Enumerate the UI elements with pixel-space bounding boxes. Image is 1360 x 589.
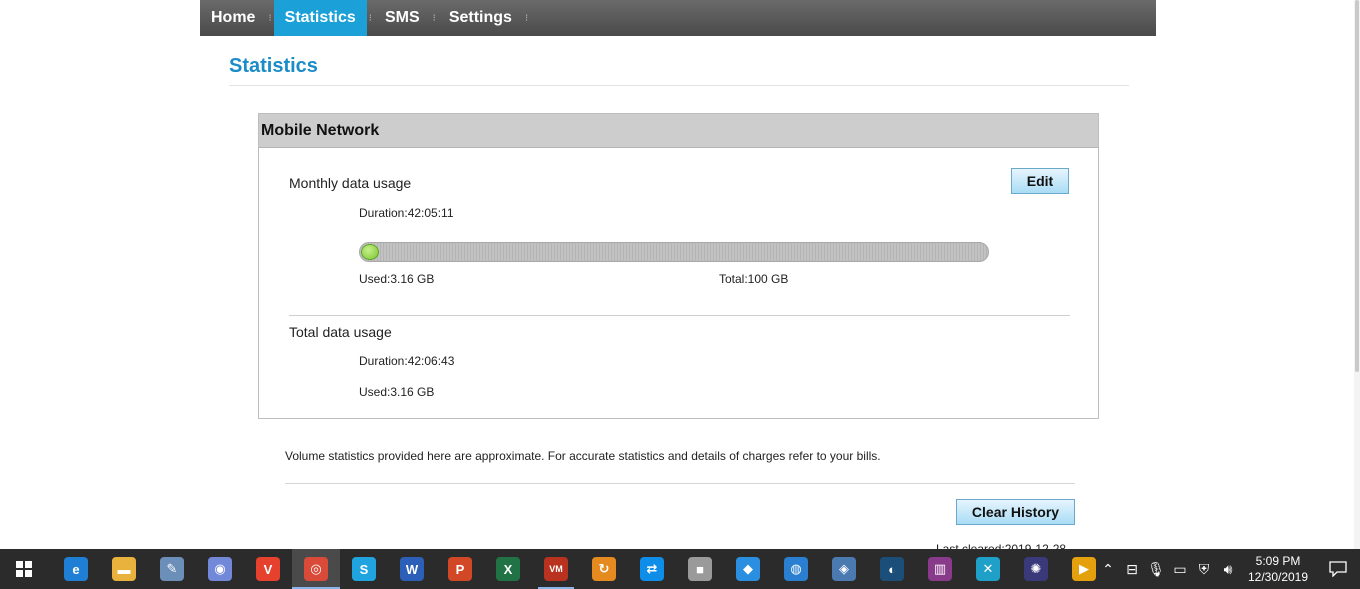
monthly-total: Total:100 GB <box>719 272 789 286</box>
nav-separator: ⁝ <box>524 12 529 24</box>
clock-time: 5:09 PM <box>1255 554 1301 568</box>
progress-indicator <box>361 244 379 260</box>
disclaimer-text: Volume statistics provided here are appr… <box>285 449 881 463</box>
word-icon: W <box>400 557 424 581</box>
roblox-icon: ■ <box>688 557 712 581</box>
file-explorer-icon: ▬ <box>112 557 136 581</box>
mesh-icon: ✺ <box>1024 557 1048 581</box>
browser-viewport: Home ⁝ Statistics ⁝ SMS ⁝ Settings ⁝ Sta… <box>0 0 1360 589</box>
microphone-icon[interactable]: 🎙︎ <box>1144 549 1168 589</box>
taskbar-app-network[interactable]: ◈ <box>820 549 868 589</box>
nav-home[interactable]: Home <box>200 0 266 36</box>
speech-bubble-icon <box>1329 561 1347 577</box>
network-icon: ◈ <box>832 557 856 581</box>
notification-center-icon[interactable] <box>1316 549 1360 589</box>
discord-icon: ◉ <box>208 557 232 581</box>
title-divider <box>229 85 1129 86</box>
nav-separator: ⁝ <box>432 12 436 24</box>
volume-icon[interactable]: 🔊︎ <box>1216 549 1240 589</box>
taskbar-app-roblox-studio[interactable]: ◆ <box>724 549 772 589</box>
total-usage-label: Total data usage <box>289 324 392 340</box>
taskbar-app-discord[interactable]: ◉ <box>196 549 244 589</box>
total-duration: Duration:42:06:43 <box>359 354 455 368</box>
monthly-used: Used:3.16 GB <box>359 272 435 286</box>
monthly-duration: Duration:42:05:11 <box>359 206 454 220</box>
teamviewer-icon: ⇄ <box>640 557 664 581</box>
taskbar-app-edge[interactable]: e <box>52 549 100 589</box>
edge-icon: e <box>64 557 88 581</box>
skype-icon: S <box>352 557 376 581</box>
taskbar-app-file-explorer[interactable]: ▬ <box>100 549 148 589</box>
panel-header: Mobile Network <box>259 114 1098 148</box>
notepad-icon: ✎ <box>160 557 184 581</box>
taskbar-app-skype[interactable]: S <box>340 549 388 589</box>
mobile-network-panel: Mobile Network Monthly data usage Edit D… <box>258 113 1099 419</box>
xmind-icon: ✕ <box>976 557 1000 581</box>
page-scrollbar[interactable] <box>1354 0 1360 549</box>
nav-statistics[interactable]: Statistics <box>273 0 367 36</box>
sync-icon: ↻ <box>592 557 616 581</box>
taskbar-app-word[interactable]: W <box>388 549 436 589</box>
page-title: Statistics <box>229 55 318 77</box>
roblox-studio-icon: ◆ <box>736 557 760 581</box>
taskbar-app-sync[interactable]: ↻ <box>580 549 628 589</box>
plex-icon: ▶ <box>1072 557 1096 581</box>
chrome-icon: ◎ <box>304 557 328 581</box>
monthly-usage-label: Monthly data usage <box>289 175 412 191</box>
windows-taskbar: e ▬ ✎ ◉ V ◎ S W P X VM ↻ ⇄ ■ ◆ ◍ ◈ ◐ ▥ ✕ ✺ ▶ ⌃ ⊟ 🎙︎ ▭ ⛨ 🔊︎ 5:… <box>0 549 1360 589</box>
taskbar-app-steam[interactable]: ◐ <box>868 549 916 589</box>
taskbar-app-vivaldi[interactable]: V <box>244 549 292 589</box>
monthly-usage-progress-bar <box>359 242 989 262</box>
taskbar-app-mesh[interactable]: ✺ <box>1012 549 1060 589</box>
edit-button[interactable]: Edit <box>1011 168 1069 194</box>
panel-divider <box>289 315 1070 316</box>
nav-separator: ⁝ <box>368 12 372 24</box>
taskbar-app-chrome[interactable]: ◎ <box>292 549 340 589</box>
taskbar-app-notepad[interactable]: ✎ <box>148 549 196 589</box>
start-button[interactable] <box>0 549 48 589</box>
taskbar-apps: e ▬ ✎ ◉ V ◎ S W P X VM ↻ ⇄ ■ ◆ ◍ ◈ ◐ ▥ ✕ ✺ ▶ <box>52 549 1108 589</box>
taskbar-app-roblox[interactable]: ■ <box>676 549 724 589</box>
top-nav: Home ⁝ Statistics ⁝ SMS ⁝ Settings ⁝ <box>200 0 1156 36</box>
footer-divider <box>285 483 1075 484</box>
clock-date: 12/30/2019 <box>1247 570 1309 584</box>
taskbar-app-winrar[interactable]: ▥ <box>916 549 964 589</box>
total-used: Used:3.16 GB <box>359 385 435 399</box>
winrar-icon: ▥ <box>928 557 952 581</box>
clear-history-button[interactable]: Clear History <box>956 499 1075 525</box>
nav-sms[interactable]: SMS <box>374 0 431 36</box>
taskbar-app-globe[interactable]: ◍ <box>772 549 820 589</box>
system-tray: ⌃ ⊟ 🎙︎ ▭ ⛨ 🔊︎ 5:09 PM 12/30/2019 <box>1096 549 1360 589</box>
steam-icon: ◐ <box>880 557 904 581</box>
powerpoint-icon: P <box>448 557 472 581</box>
excel-icon: X <box>496 557 520 581</box>
security-shield-icon[interactable]: ⛨ <box>1192 549 1216 589</box>
windows-logo-icon <box>16 561 32 577</box>
taskbar-app-xmind[interactable]: ✕ <box>964 549 1012 589</box>
display-icon[interactable]: ▭ <box>1168 549 1192 589</box>
network-tray-icon[interactable]: ⊟ <box>1120 549 1144 589</box>
taskbar-clock[interactable]: 5:09 PM 12/30/2019 <box>1240 549 1316 589</box>
nav-settings[interactable]: Settings <box>438 0 523 36</box>
voicemeeter-icon: VM <box>544 557 568 581</box>
vivaldi-icon: V <box>256 557 280 581</box>
scrollbar-thumb[interactable] <box>1355 0 1359 372</box>
taskbar-app-powerpoint[interactable]: P <box>436 549 484 589</box>
chevron-up-icon[interactable]: ⌃ <box>1096 549 1120 589</box>
taskbar-app-teamviewer[interactable]: ⇄ <box>628 549 676 589</box>
taskbar-app-excel[interactable]: X <box>484 549 532 589</box>
globe-icon: ◍ <box>784 557 808 581</box>
nav-separator: ⁝ <box>268 12 272 24</box>
taskbar-app-voicemeeter[interactable]: VM <box>532 549 580 589</box>
